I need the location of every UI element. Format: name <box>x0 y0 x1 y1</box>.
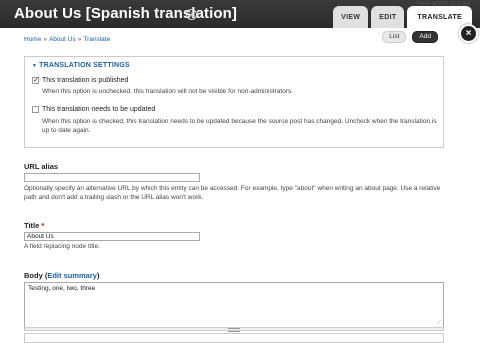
primary-tabs: VIEW EDIT TRANSLATE <box>333 6 472 28</box>
translation-settings-legend[interactable]: ▼ TRANSLATION SETTINGS <box>32 62 130 69</box>
title-label-text: Title <box>24 221 40 230</box>
body-label-text: Body <box>24 271 43 280</box>
body-textarea[interactable]: Testing, one, two, three <box>24 282 444 328</box>
title-label: Title * <box>24 221 44 230</box>
list-button[interactable]: List <box>382 31 407 43</box>
add-shortcut-icon[interactable]: + <box>186 9 197 20</box>
breadcrumb-separator: » <box>77 36 82 43</box>
resize-handle-icon[interactable]: ⟋ <box>437 320 441 327</box>
collapse-triangle-icon: ▼ <box>32 63 38 69</box>
page-title: About Us [Spanish translation] <box>14 5 238 22</box>
translation-settings-title: TRANSLATION SETTINGS <box>39 62 130 69</box>
url-alias-description: Optionally specify an alternative URL by… <box>24 185 441 201</box>
published-checkbox[interactable]: ✓ <box>32 77 39 84</box>
needs-update-description: When this option is checked, this transl… <box>42 118 437 134</box>
published-description: When this option is unchecked, this tran… <box>42 88 294 95</box>
breadcrumb-home[interactable]: Home <box>24 36 41 43</box>
published-label: This translation is published <box>42 77 129 84</box>
text-format-box <box>24 333 444 343</box>
add-button[interactable]: Add <box>412 31 438 43</box>
grippie-handle-icon <box>228 328 240 332</box>
url-alias-input[interactable] <box>24 173 200 182</box>
needs-update-label: This translation needs to be updated <box>42 106 156 113</box>
close-icon[interactable]: × <box>459 24 478 43</box>
needs-update-checkbox[interactable] <box>32 106 39 113</box>
action-links: List Add <box>382 31 438 43</box>
breadcrumb: Home» About Us» Translate <box>24 36 110 43</box>
edit-summary-link[interactable]: Edit summary <box>47 271 97 280</box>
title-input[interactable]: About Us <box>24 232 200 241</box>
tab-view[interactable]: VIEW <box>333 6 369 28</box>
required-marker: * <box>41 221 45 230</box>
body-label: Body (Edit summary) <box>24 271 100 280</box>
tab-edit[interactable]: EDIT <box>371 6 405 28</box>
title-description: A field replacing node title. <box>24 243 100 250</box>
url-alias-label: URL alias <box>24 162 59 171</box>
breadcrumb-about-us[interactable]: About Us <box>49 36 76 43</box>
breadcrumb-separator: » <box>43 36 47 43</box>
breadcrumb-translate[interactable]: Translate <box>83 36 110 43</box>
